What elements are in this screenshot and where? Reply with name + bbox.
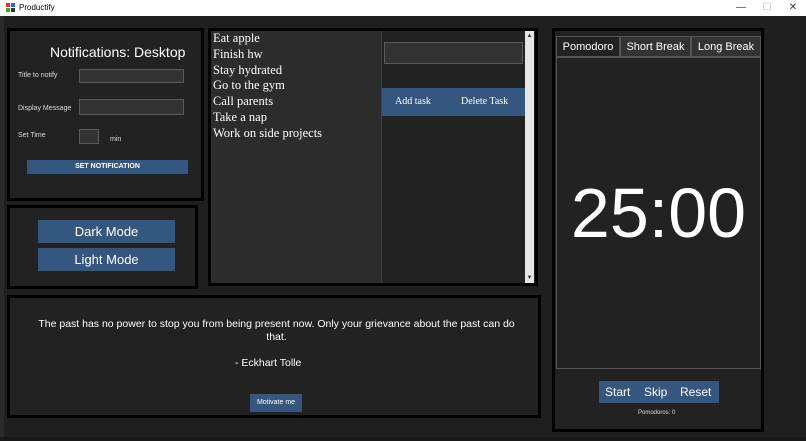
task-list[interactable]: Eat apple Finish hw Stay hydrated Go to … [211, 31, 382, 283]
pomodoro-button-bar: Start Skip Reset [599, 381, 719, 403]
minimize-button[interactable]: — [728, 0, 754, 16]
task-item[interactable]: Work on side projects [211, 126, 381, 142]
quote-text: The past has no power to stop you from b… [38, 318, 515, 343]
title-label: Title to notify [18, 72, 58, 79]
start-button[interactable]: Start [605, 381, 630, 403]
quote-author: - Eckhart Tolle [235, 357, 302, 369]
scroll-up-icon[interactable]: ▲ [525, 32, 534, 40]
task-button-bar: Add task Delete Task [382, 88, 525, 116]
skip-button[interactable]: Skip [644, 381, 667, 403]
task-item[interactable]: Eat apple [211, 31, 381, 47]
task-input[interactable] [384, 42, 523, 64]
task-item[interactable]: Finish hw [211, 47, 381, 63]
timer-display: 25:00 [570, 174, 747, 252]
timer-area: 25:00 [556, 57, 761, 369]
quote-panel: The past has no power to stop you from b… [7, 295, 541, 418]
window-title: Productify [19, 3, 55, 12]
task-scrollbar[interactable]: ▲ ▼ [525, 31, 534, 283]
motivate-me-button[interactable]: Motivate me [250, 394, 302, 412]
tab-long-break[interactable]: Long Break [691, 36, 761, 57]
dark-mode-button[interactable]: Dark Mode [38, 220, 175, 243]
time-label: Set Time [18, 132, 46, 139]
bottom-edge [0, 437, 806, 441]
message-input[interactable] [79, 99, 184, 115]
tab-pomodoro[interactable]: Pomodoro [556, 36, 620, 57]
set-notification-button[interactable]: SET NOTIFICATION [27, 160, 188, 174]
notifications-panel: Notifications: Desktop Title to notify D… [7, 28, 204, 201]
title-bar: Productify — ☐ ✕ [0, 0, 806, 16]
notifications-title: Notifications: Desktop [50, 44, 186, 60]
tab-short-break[interactable]: Short Break [620, 36, 691, 57]
title-input[interactable] [79, 69, 184, 83]
light-mode-button[interactable]: Light Mode [38, 248, 175, 271]
left-edge [0, 16, 4, 441]
scroll-down-icon[interactable]: ▼ [525, 274, 534, 282]
task-item[interactable]: Call parents [211, 94, 381, 110]
add-task-button[interactable]: Add task [395, 88, 431, 116]
pomodoro-count: Pomodoros: 0 [638, 410, 676, 416]
task-item[interactable]: Go to the gym [211, 78, 381, 94]
theme-panel: Dark Mode Light Mode [7, 205, 198, 289]
delete-task-button[interactable]: Delete Task [461, 88, 508, 116]
time-unit-label: min [110, 136, 122, 143]
task-item[interactable]: Take a nap [211, 110, 381, 126]
reset-button[interactable]: Reset [680, 381, 711, 403]
app-icon [6, 3, 16, 13]
message-label: Display Message [18, 105, 72, 112]
time-input[interactable] [79, 129, 99, 144]
task-item[interactable]: Stay hydrated [211, 63, 381, 79]
close-button[interactable]: ✕ [780, 0, 806, 16]
maximize-button[interactable]: ☐ [754, 0, 780, 16]
